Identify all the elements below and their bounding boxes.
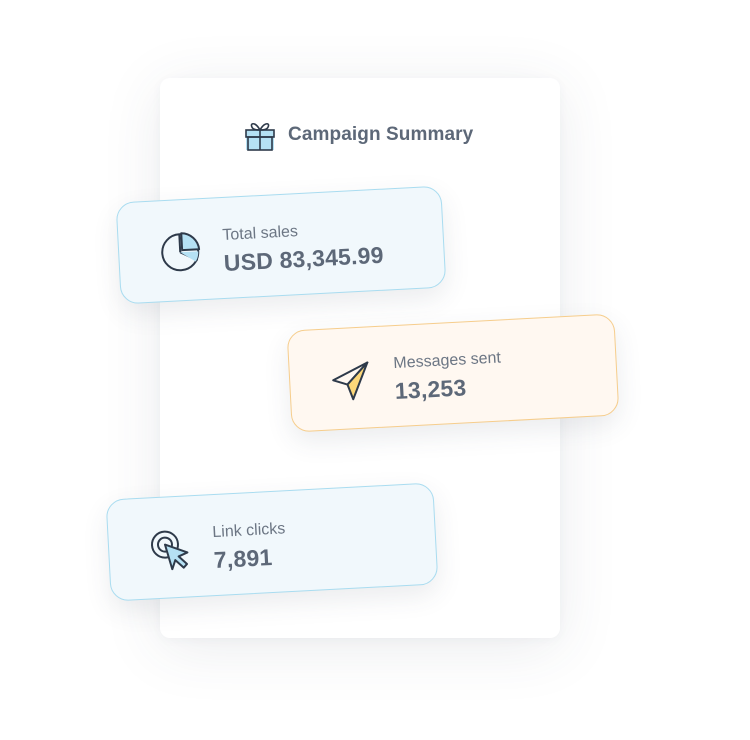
messages-sent-card: Messages sent 13,253 <box>286 313 620 433</box>
gift-icon <box>245 122 275 151</box>
paper-plane-icon <box>332 361 369 401</box>
link-clicks-value: 7,891 <box>213 544 274 574</box>
messages-sent-value: 13,253 <box>394 374 468 405</box>
panel-header: Campaign Summary <box>244 118 473 152</box>
messages-sent-label: Messages sent <box>392 349 502 373</box>
cursor-click-icon <box>150 530 189 571</box>
total-sales-card: Total sales USD 83,345.99 <box>115 185 447 305</box>
link-clicks-label: Link clicks <box>211 520 286 542</box>
link-clicks-card: Link clicks 7,891 <box>105 482 439 602</box>
total-sales-value: USD 83,345.99 <box>223 241 385 276</box>
panel-title: Campaign Summary <box>288 124 474 145</box>
pie-chart-icon <box>161 232 201 272</box>
